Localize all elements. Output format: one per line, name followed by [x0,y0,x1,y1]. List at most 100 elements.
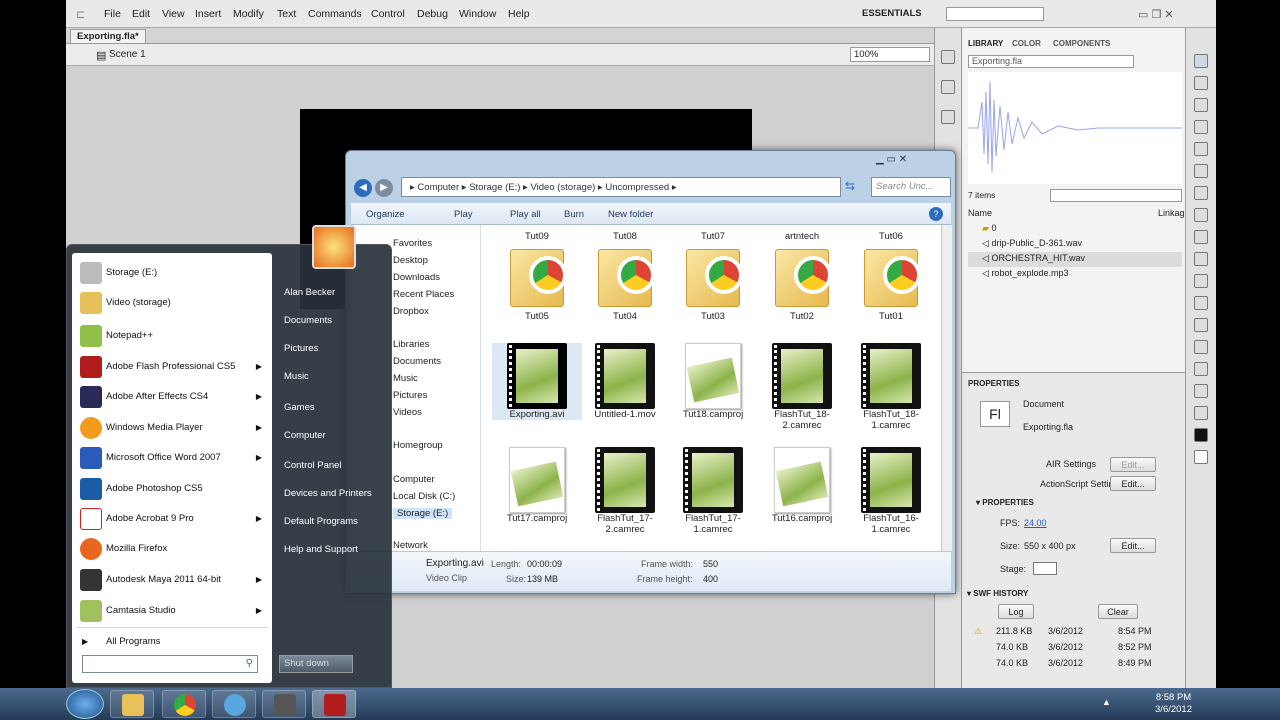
play-button[interactable]: Play [454,209,472,220]
help-icon[interactable]: ? [929,207,943,221]
menu-commands[interactable]: Commands [308,8,362,20]
info-icon[interactable] [941,80,955,94]
back-button[interactable]: ◀ [354,179,372,197]
nav-item[interactable]: Pictures [393,390,427,401]
file-item[interactable]: FlashTut_17-1.camrec [668,447,758,535]
selection-tool-icon[interactable] [1194,54,1208,68]
start-right-item[interactable]: Documents [284,315,332,326]
start-item[interactable]: Windows Media Player ▶ [76,414,268,442]
start-right-item[interactable]: Alan Becker [284,287,335,298]
burn-button[interactable]: Burn [564,209,584,220]
start-item[interactable]: Adobe Photoshop CS5 [76,475,268,503]
file-item[interactable]: Tut16.camproj [757,447,847,524]
start-item[interactable]: Adobe Flash Professional CS5 ▶ [76,353,268,381]
menu-text[interactable]: Text [277,8,296,20]
as-edit-button[interactable]: Edit... [1110,476,1156,491]
eyedropper-icon[interactable] [1194,362,1208,376]
start-item[interactable]: Autodesk Maya 2011 64-bit ▶ [76,566,268,594]
nav-item[interactable]: Downloads [393,272,440,283]
nav-item[interactable]: Documents [393,356,441,367]
clear-button[interactable]: Clear [1098,604,1138,619]
pencil-tool-icon[interactable] [1194,252,1208,266]
all-programs-button[interactable]: ▶ All Programs [76,627,268,655]
vertical-scrollbar[interactable] [941,225,952,551]
paint-bucket-icon[interactable] [1194,340,1208,354]
folder-label[interactable]: Tut09 [492,231,582,242]
file-item[interactable]: FlashTut_18-1.camrec [846,343,936,431]
text-tool-icon[interactable] [1194,186,1208,200]
nav-item-selected[interactable]: Storage (E:) [393,508,453,519]
start-item[interactable]: Storage (E:) [76,259,268,287]
nav-item[interactable]: Libraries [393,339,429,350]
start-item[interactable]: Video (storage) [76,289,268,317]
size-edit-button[interactable]: Edit... [1110,538,1156,553]
start-item[interactable]: Mozilla Firefox [76,535,268,563]
tab-color[interactable]: COLOR [1012,39,1041,48]
taskbar-itunes[interactable] [212,690,256,718]
library-item-selected[interactable]: ◁ ORCHESTRA_HIT.wav [968,252,1182,267]
tray-arrow-icon[interactable]: ▲ [1102,697,1111,707]
library-item[interactable]: ◁ robot_explode.mp3 [982,268,1069,279]
deco-tool-icon[interactable] [1194,296,1208,310]
lasso-tool-icon[interactable] [1194,142,1208,156]
library-col-linkage[interactable]: Linkag [1158,208,1185,218]
menu-view[interactable]: View [162,8,185,20]
nav-item[interactable]: Recent Places [393,289,454,300]
air-edit-button[interactable]: Edit... [1110,457,1156,472]
library-col-name[interactable]: Name [968,208,992,218]
tab-library[interactable]: LIBRARY [968,39,1003,48]
folder-item[interactable]: Tut01 [846,245,936,322]
align-icon[interactable] [941,110,955,124]
nav-item[interactable]: Local Disk (C:) [393,491,455,502]
pen-tool-icon[interactable] [1194,164,1208,178]
play-all-button[interactable]: Play all [510,209,541,220]
start-item[interactable]: Adobe After Effects CS4 ▶ [76,383,268,411]
user-picture[interactable] [312,225,356,269]
start-right-item[interactable]: Help and Support [284,544,358,555]
start-item[interactable]: Camtasia Studio ▶ [76,597,268,625]
start-button[interactable] [66,689,104,719]
3d-tool-icon[interactable] [1194,120,1208,134]
fps-value[interactable]: 24.00 [1024,518,1047,528]
file-item[interactable]: Tut18.camproj [668,343,758,420]
brush-tool-icon[interactable] [1194,274,1208,288]
folder-item[interactable]: Tut02 [757,245,847,322]
log-button[interactable]: Log [998,604,1034,619]
start-right-item[interactable]: Games [284,402,315,413]
folder-item[interactable]: Tut03 [668,245,758,322]
menu-window[interactable]: Window [459,8,496,20]
start-search-input[interactable]: ⚲ [82,655,258,673]
start-right-item[interactable]: Pictures [284,343,318,354]
hand-tool-icon[interactable] [1194,406,1208,420]
tab-properties[interactable]: PROPERTIES [968,379,1020,388]
menu-insert[interactable]: Insert [195,8,221,20]
library-file-select[interactable]: Exporting.fla [968,55,1134,68]
start-right-item[interactable]: Devices and Printers [284,488,372,499]
tab-components[interactable]: COMPONENTS [1053,39,1110,48]
organize-button[interactable]: Organize [366,209,405,220]
rectangle-tool-icon[interactable] [1194,230,1208,244]
transform-tool-icon[interactable] [1194,98,1208,112]
start-item[interactable]: Notepad++ [76,322,268,350]
fill-color-icon[interactable] [1194,450,1208,464]
file-item[interactable]: FlashTut_16-1.camrec [846,447,936,535]
forward-button[interactable]: ▶ [375,179,393,197]
nav-item[interactable]: Dropbox [393,306,429,317]
nav-item[interactable]: Computer [393,474,435,485]
file-item-selected[interactable]: Exporting.avi [492,343,582,420]
bone-tool-icon[interactable] [1194,318,1208,332]
folder-label[interactable]: Tut07 [668,231,758,242]
menu-control[interactable]: Control [371,8,405,20]
explorer-search-input[interactable]: Search Unc... [871,177,951,197]
nav-item[interactable]: Network [393,540,428,551]
folder-label[interactable]: Tut08 [580,231,670,242]
file-item[interactable]: FlashTut_18-2.camrec [757,343,847,431]
folder-item[interactable]: Tut05 [492,245,582,322]
file-item[interactable]: Tut17.camproj [492,447,582,524]
clock[interactable]: 8:58 PM 3/6/2012 [1155,692,1192,716]
folder-item[interactable]: Tut04 [580,245,670,322]
stage-color-swatch[interactable] [1033,562,1057,575]
nav-item[interactable]: Desktop [393,255,428,266]
properties-section[interactable]: ▾ PROPERTIES [976,498,1034,507]
workspace-switcher[interactable]: ESSENTIALS [862,8,922,19]
